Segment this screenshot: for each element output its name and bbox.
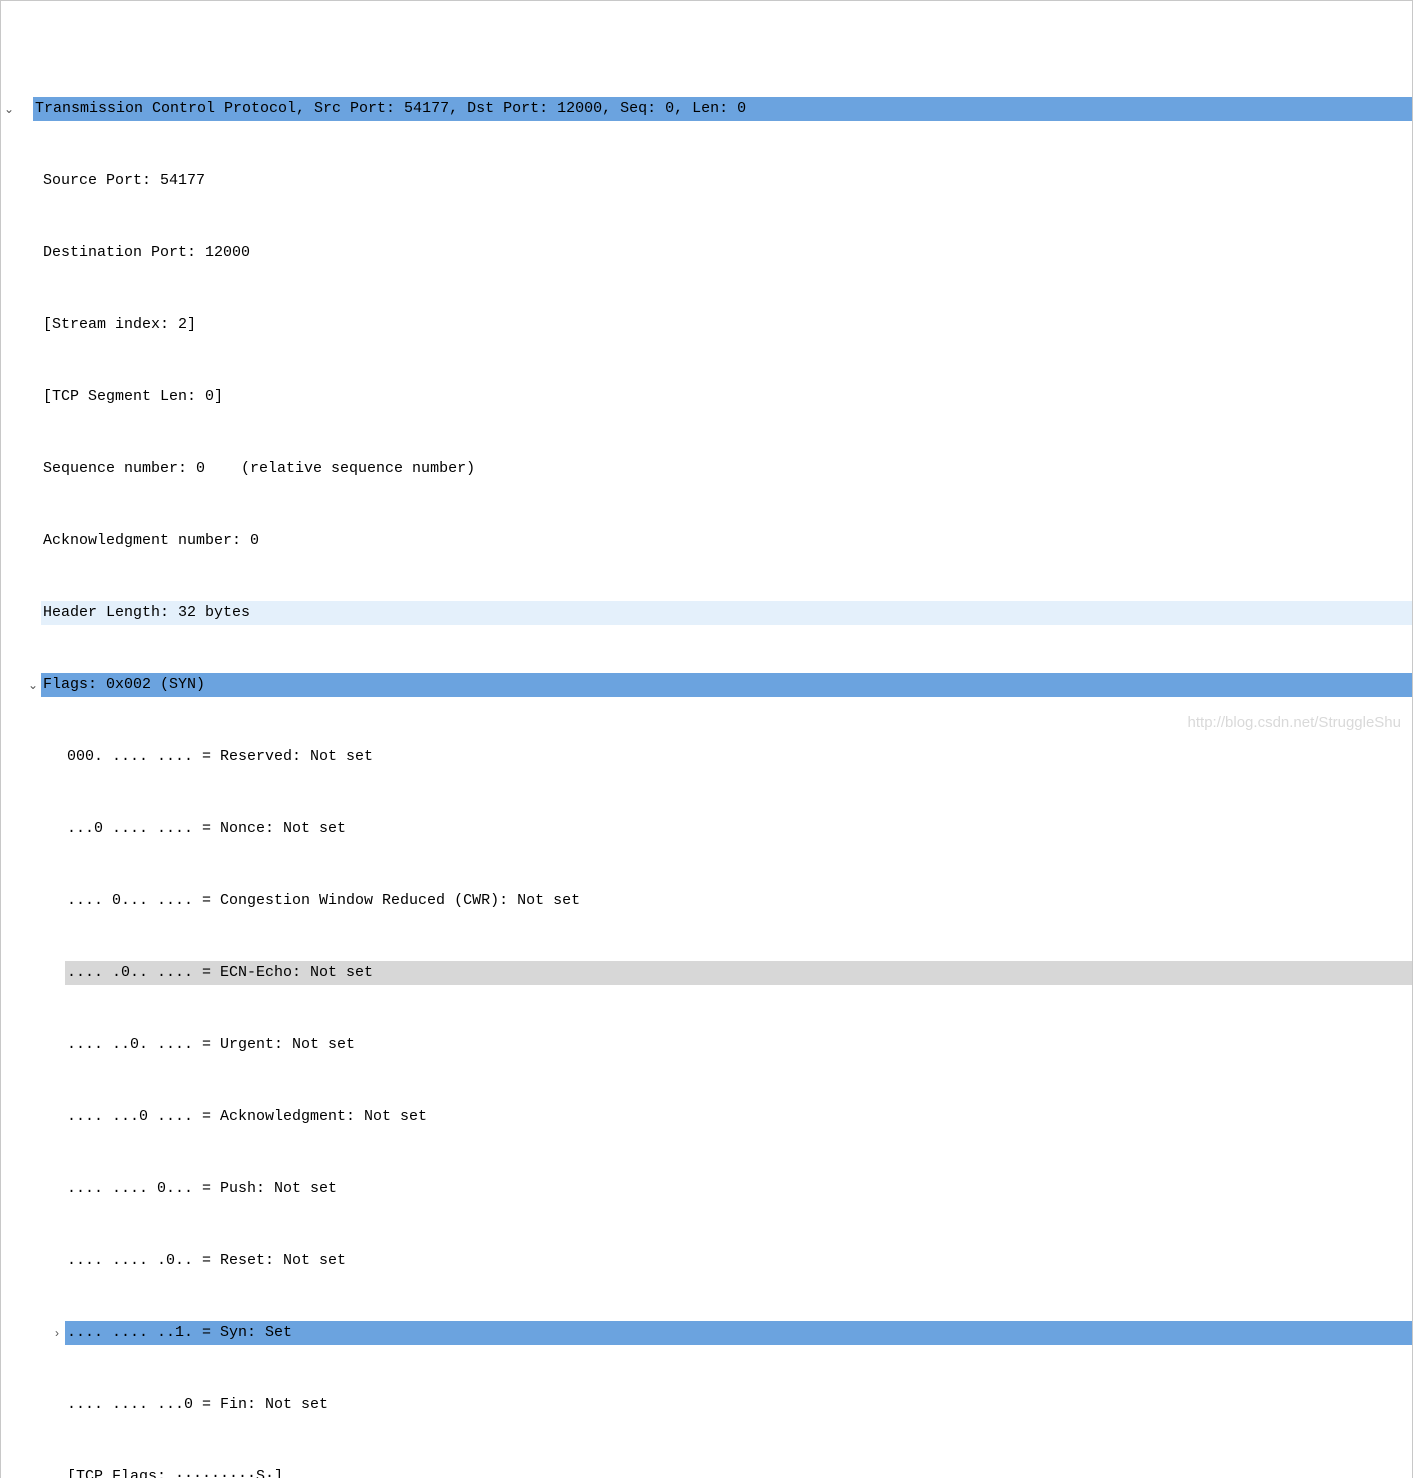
watermark-text: http://blog.csdn.net/StruggleShu (1188, 711, 1401, 735)
dst-port-row[interactable]: Destination Port: 12000 (1, 241, 1412, 265)
flag-ack-label: .... ...0 .... = Acknowledgment: Not set (65, 1105, 1412, 1129)
flags-summary-row[interactable]: ⌄ Flags: 0x002 (SYN) (1, 673, 1412, 697)
seq-num-label: Sequence number: 0 (relative sequence nu… (41, 457, 1412, 481)
flag-fin-row[interactable]: .... .... ...0 = Fin: Not set (1, 1393, 1412, 1417)
stream-index-row[interactable]: [Stream index: 2] (1, 313, 1412, 337)
src-port-row[interactable]: Source Port: 54177 (1, 169, 1412, 193)
ack-num-label: Acknowledgment number: 0 (41, 529, 1412, 553)
flag-ecn-label: .... .0.. .... = ECN-Echo: Not set (65, 961, 1412, 985)
src-port-label: Source Port: 54177 (41, 169, 1412, 193)
tcp-header-row[interactable]: ⌄ Transmission Control Protocol, Src Por… (1, 97, 1412, 121)
stream-index-label: [Stream index: 2] (41, 313, 1412, 337)
chevron-right-icon[interactable]: › (49, 1321, 65, 1345)
tcp-flags-label: [TCP Flags: ·········S·] (65, 1465, 1412, 1478)
chevron-down-icon[interactable]: ⌄ (1, 97, 17, 121)
seq-num-row[interactable]: Sequence number: 0 (relative sequence nu… (1, 457, 1412, 481)
dst-port-label: Destination Port: 12000 (41, 241, 1412, 265)
flag-syn-label: .... .... ..1. = Syn: Set (65, 1321, 1412, 1345)
segment-len-row[interactable]: [TCP Segment Len: 0] (1, 385, 1412, 409)
flag-reset-label: .... .... .0.. = Reset: Not set (65, 1249, 1412, 1273)
flag-cwr-label: .... 0... .... = Congestion Window Reduc… (65, 889, 1412, 913)
flag-urgent-row[interactable]: .... ..0. .... = Urgent: Not set (1, 1033, 1412, 1057)
flag-ack-row[interactable]: .... ...0 .... = Acknowledgment: Not set (1, 1105, 1412, 1129)
flag-reset-row[interactable]: .... .... .0.. = Reset: Not set (1, 1249, 1412, 1273)
flag-syn-row[interactable]: › .... .... ..1. = Syn: Set (1, 1321, 1412, 1345)
flag-push-label: .... .... 0... = Push: Not set (65, 1177, 1412, 1201)
tcp-flags-row[interactable]: [TCP Flags: ·········S·] (1, 1465, 1412, 1478)
flag-urgent-label: .... ..0. .... = Urgent: Not set (65, 1033, 1412, 1057)
flag-fin-label: .... .... ...0 = Fin: Not set (65, 1393, 1412, 1417)
flag-reserved-row[interactable]: 000. .... .... = Reserved: Not set (1, 745, 1412, 769)
flags-summary-label: Flags: 0x002 (SYN) (41, 673, 1412, 697)
flag-nonce-label: ...0 .... .... = Nonce: Not set (65, 817, 1412, 841)
ack-num-row[interactable]: Acknowledgment number: 0 (1, 529, 1412, 553)
segment-len-label: [TCP Segment Len: 0] (41, 385, 1412, 409)
flag-nonce-row[interactable]: ...0 .... .... = Nonce: Not set (1, 817, 1412, 841)
flag-ecn-row[interactable]: .... .0.. .... = ECN-Echo: Not set (1, 961, 1412, 985)
flag-cwr-row[interactable]: .... 0... .... = Congestion Window Reduc… (1, 889, 1412, 913)
flag-reserved-label: 000. .... .... = Reserved: Not set (65, 745, 1412, 769)
chevron-down-icon[interactable]: ⌄ (25, 673, 41, 697)
flag-push-row[interactable]: .... .... 0... = Push: Not set (1, 1177, 1412, 1201)
tcp-header-label: Transmission Control Protocol, Src Port:… (33, 97, 1412, 121)
header-len-label: Header Length: 32 bytes (41, 601, 1412, 625)
header-len-row[interactable]: Header Length: 32 bytes (1, 601, 1412, 625)
